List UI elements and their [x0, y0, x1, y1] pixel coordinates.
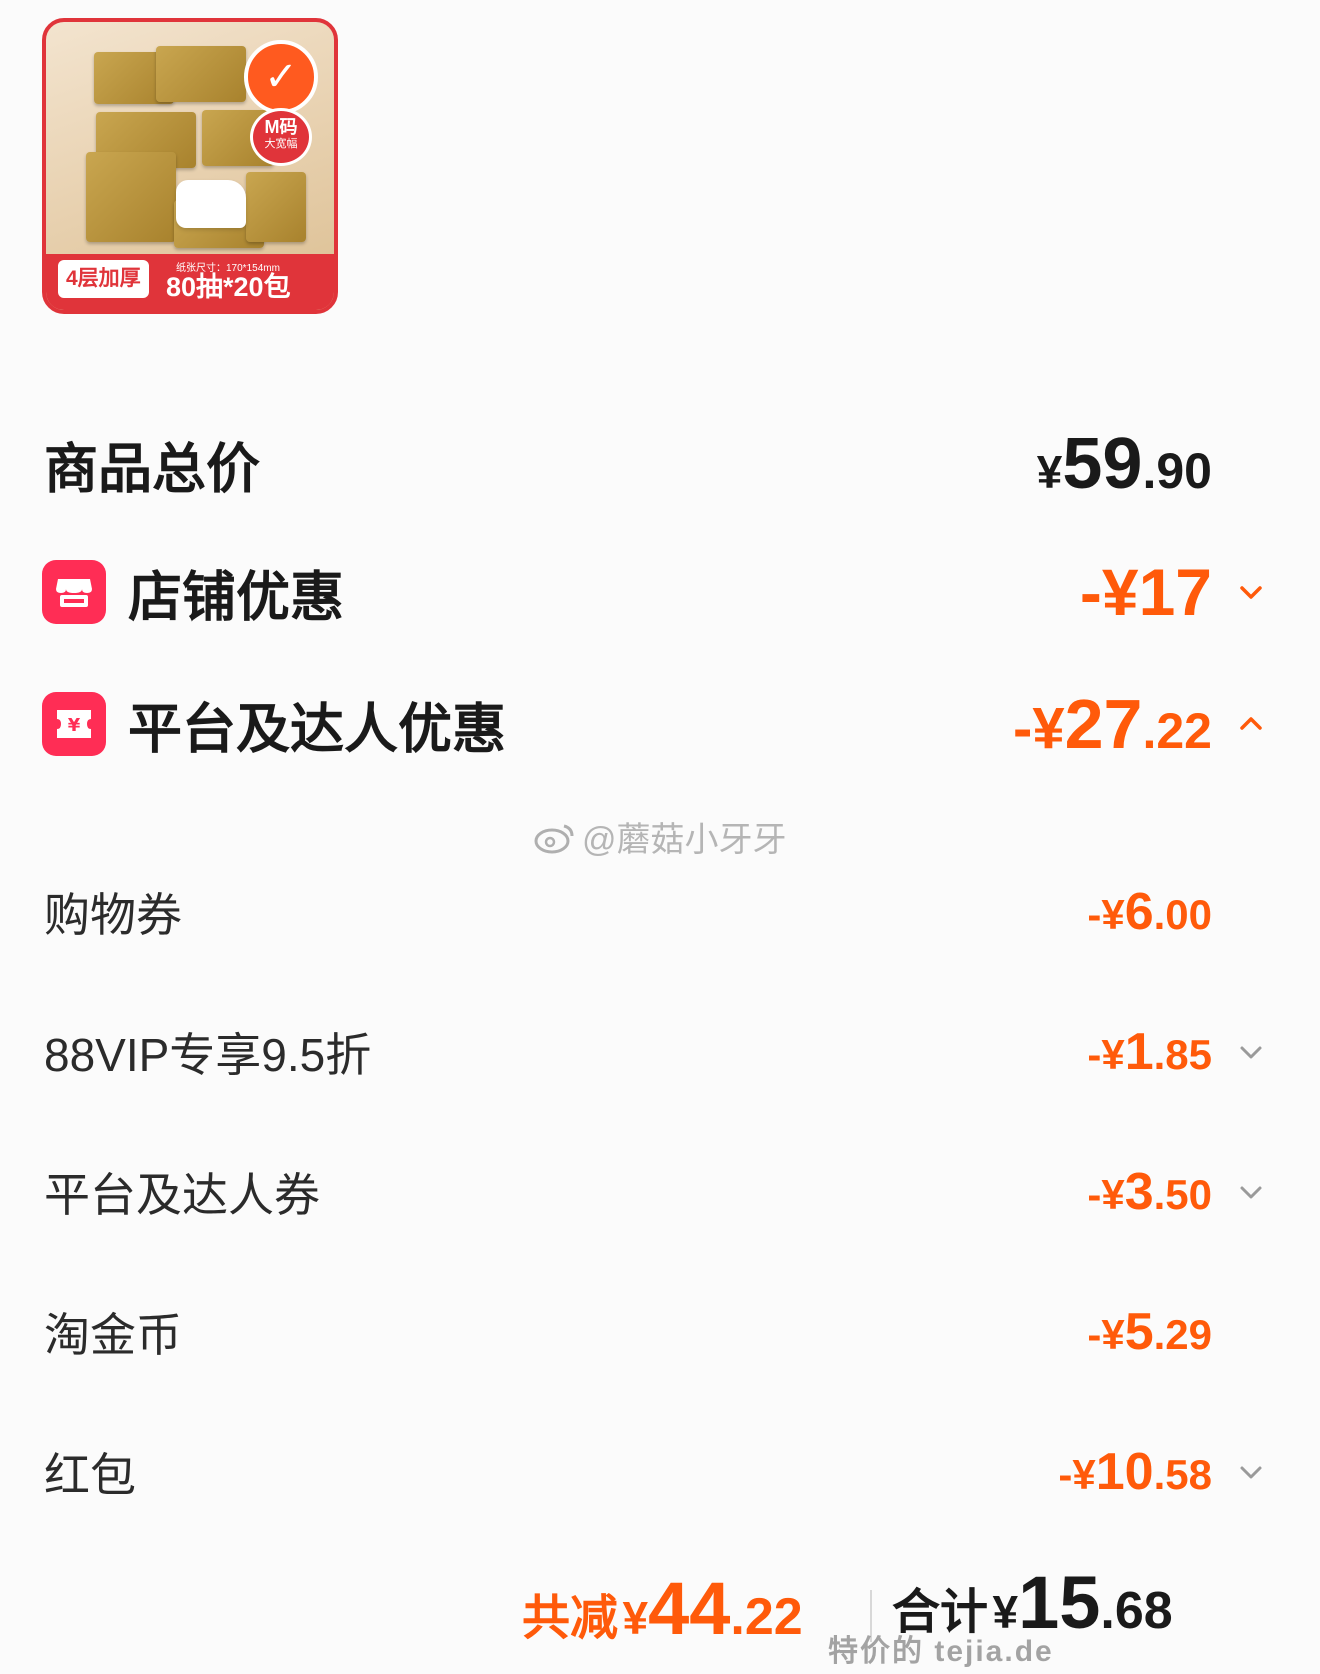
detail-label: 淘金币 [44, 1309, 182, 1361]
yuan-coupon-icon: ¥ [42, 692, 106, 756]
detail-label: 红包 [44, 1449, 136, 1501]
layer-tag: 4层加厚 [58, 260, 149, 298]
total-price-label: 商品总价 [44, 439, 260, 500]
chevron-down-icon[interactable] [1234, 575, 1268, 609]
tissue-image [176, 180, 246, 228]
store-icon [42, 560, 106, 624]
row-platform-discount[interactable]: ¥ 平台及达人优惠 -¥27.22 [0, 684, 1320, 764]
thumb-box-decor [156, 46, 246, 102]
detail-row: 淘金币 -¥5.29 [0, 1292, 1320, 1372]
detail-value: -¥3.50 [1087, 1163, 1212, 1221]
row-total-price: 商品总价 ¥59.90 [0, 424, 1320, 504]
thumb-box-decor [86, 152, 176, 242]
size-tag-main: M码 [264, 117, 298, 137]
chevron-down-icon[interactable] [1234, 1455, 1268, 1489]
thumb-box-decor [246, 172, 306, 242]
size-tag: M码 大宽幅 [250, 108, 312, 166]
detail-label: 购物券 [44, 889, 182, 941]
detail-label: 平台及达人券 [44, 1169, 320, 1221]
chevron-down-icon[interactable] [1234, 1175, 1268, 1209]
svg-text:¥: ¥ [68, 715, 81, 736]
platform-discount-value: -¥27.22 [1013, 685, 1212, 763]
detail-row[interactable]: 红包 -¥10.58 [0, 1432, 1320, 1512]
detail-row[interactable]: 88VIP专享9.5折 -¥1.85 [0, 1012, 1320, 1092]
watermark: @蘑菇小牙牙 [532, 812, 787, 861]
detail-label: 88VIP专享9.5折 [44, 1029, 372, 1081]
detail-value: -¥1.85 [1087, 1023, 1212, 1081]
count-text: 80抽*20包 [166, 272, 291, 302]
detail-row: 购物券 -¥6.00 [0, 872, 1320, 952]
check-icon: ✓ [244, 40, 318, 114]
detail-value: -¥5.29 [1087, 1303, 1212, 1361]
row-store-discount[interactable]: 店铺优惠 -¥17 [0, 552, 1320, 632]
footer-bar: 共减 ¥44.22 合计 ¥15.68 [0, 1548, 1320, 1658]
site-watermark: 特价的 tejia.de [828, 1635, 1054, 1668]
size-tag-sub: 大宽幅 [264, 138, 298, 150]
product-thumbnail[interactable]: ✓ M码 大宽幅 4层加厚 纸张尺寸：170*154mm 80抽*20包 [42, 18, 338, 314]
chevron-up-icon[interactable] [1234, 707, 1268, 741]
watermark-text: @蘑菇小牙牙 [582, 821, 787, 859]
detail-row[interactable]: 平台及达人券 -¥3.50 [0, 1152, 1320, 1232]
detail-value: -¥10.58 [1058, 1443, 1212, 1501]
chevron-down-icon[interactable] [1234, 1035, 1268, 1069]
store-discount-value: -¥17 [1079, 555, 1212, 629]
detail-value: -¥6.00 [1087, 883, 1212, 941]
total-price-value: ¥59.90 [1036, 424, 1212, 504]
reduction-label: 共减 [522, 1592, 619, 1645]
store-discount-label: 店铺优惠 [128, 567, 344, 628]
weibo-icon [534, 824, 574, 853]
platform-discount-label: 平台及达人优惠 [128, 699, 506, 760]
total-reduction: 共减 ¥44.22 [522, 1567, 803, 1650]
